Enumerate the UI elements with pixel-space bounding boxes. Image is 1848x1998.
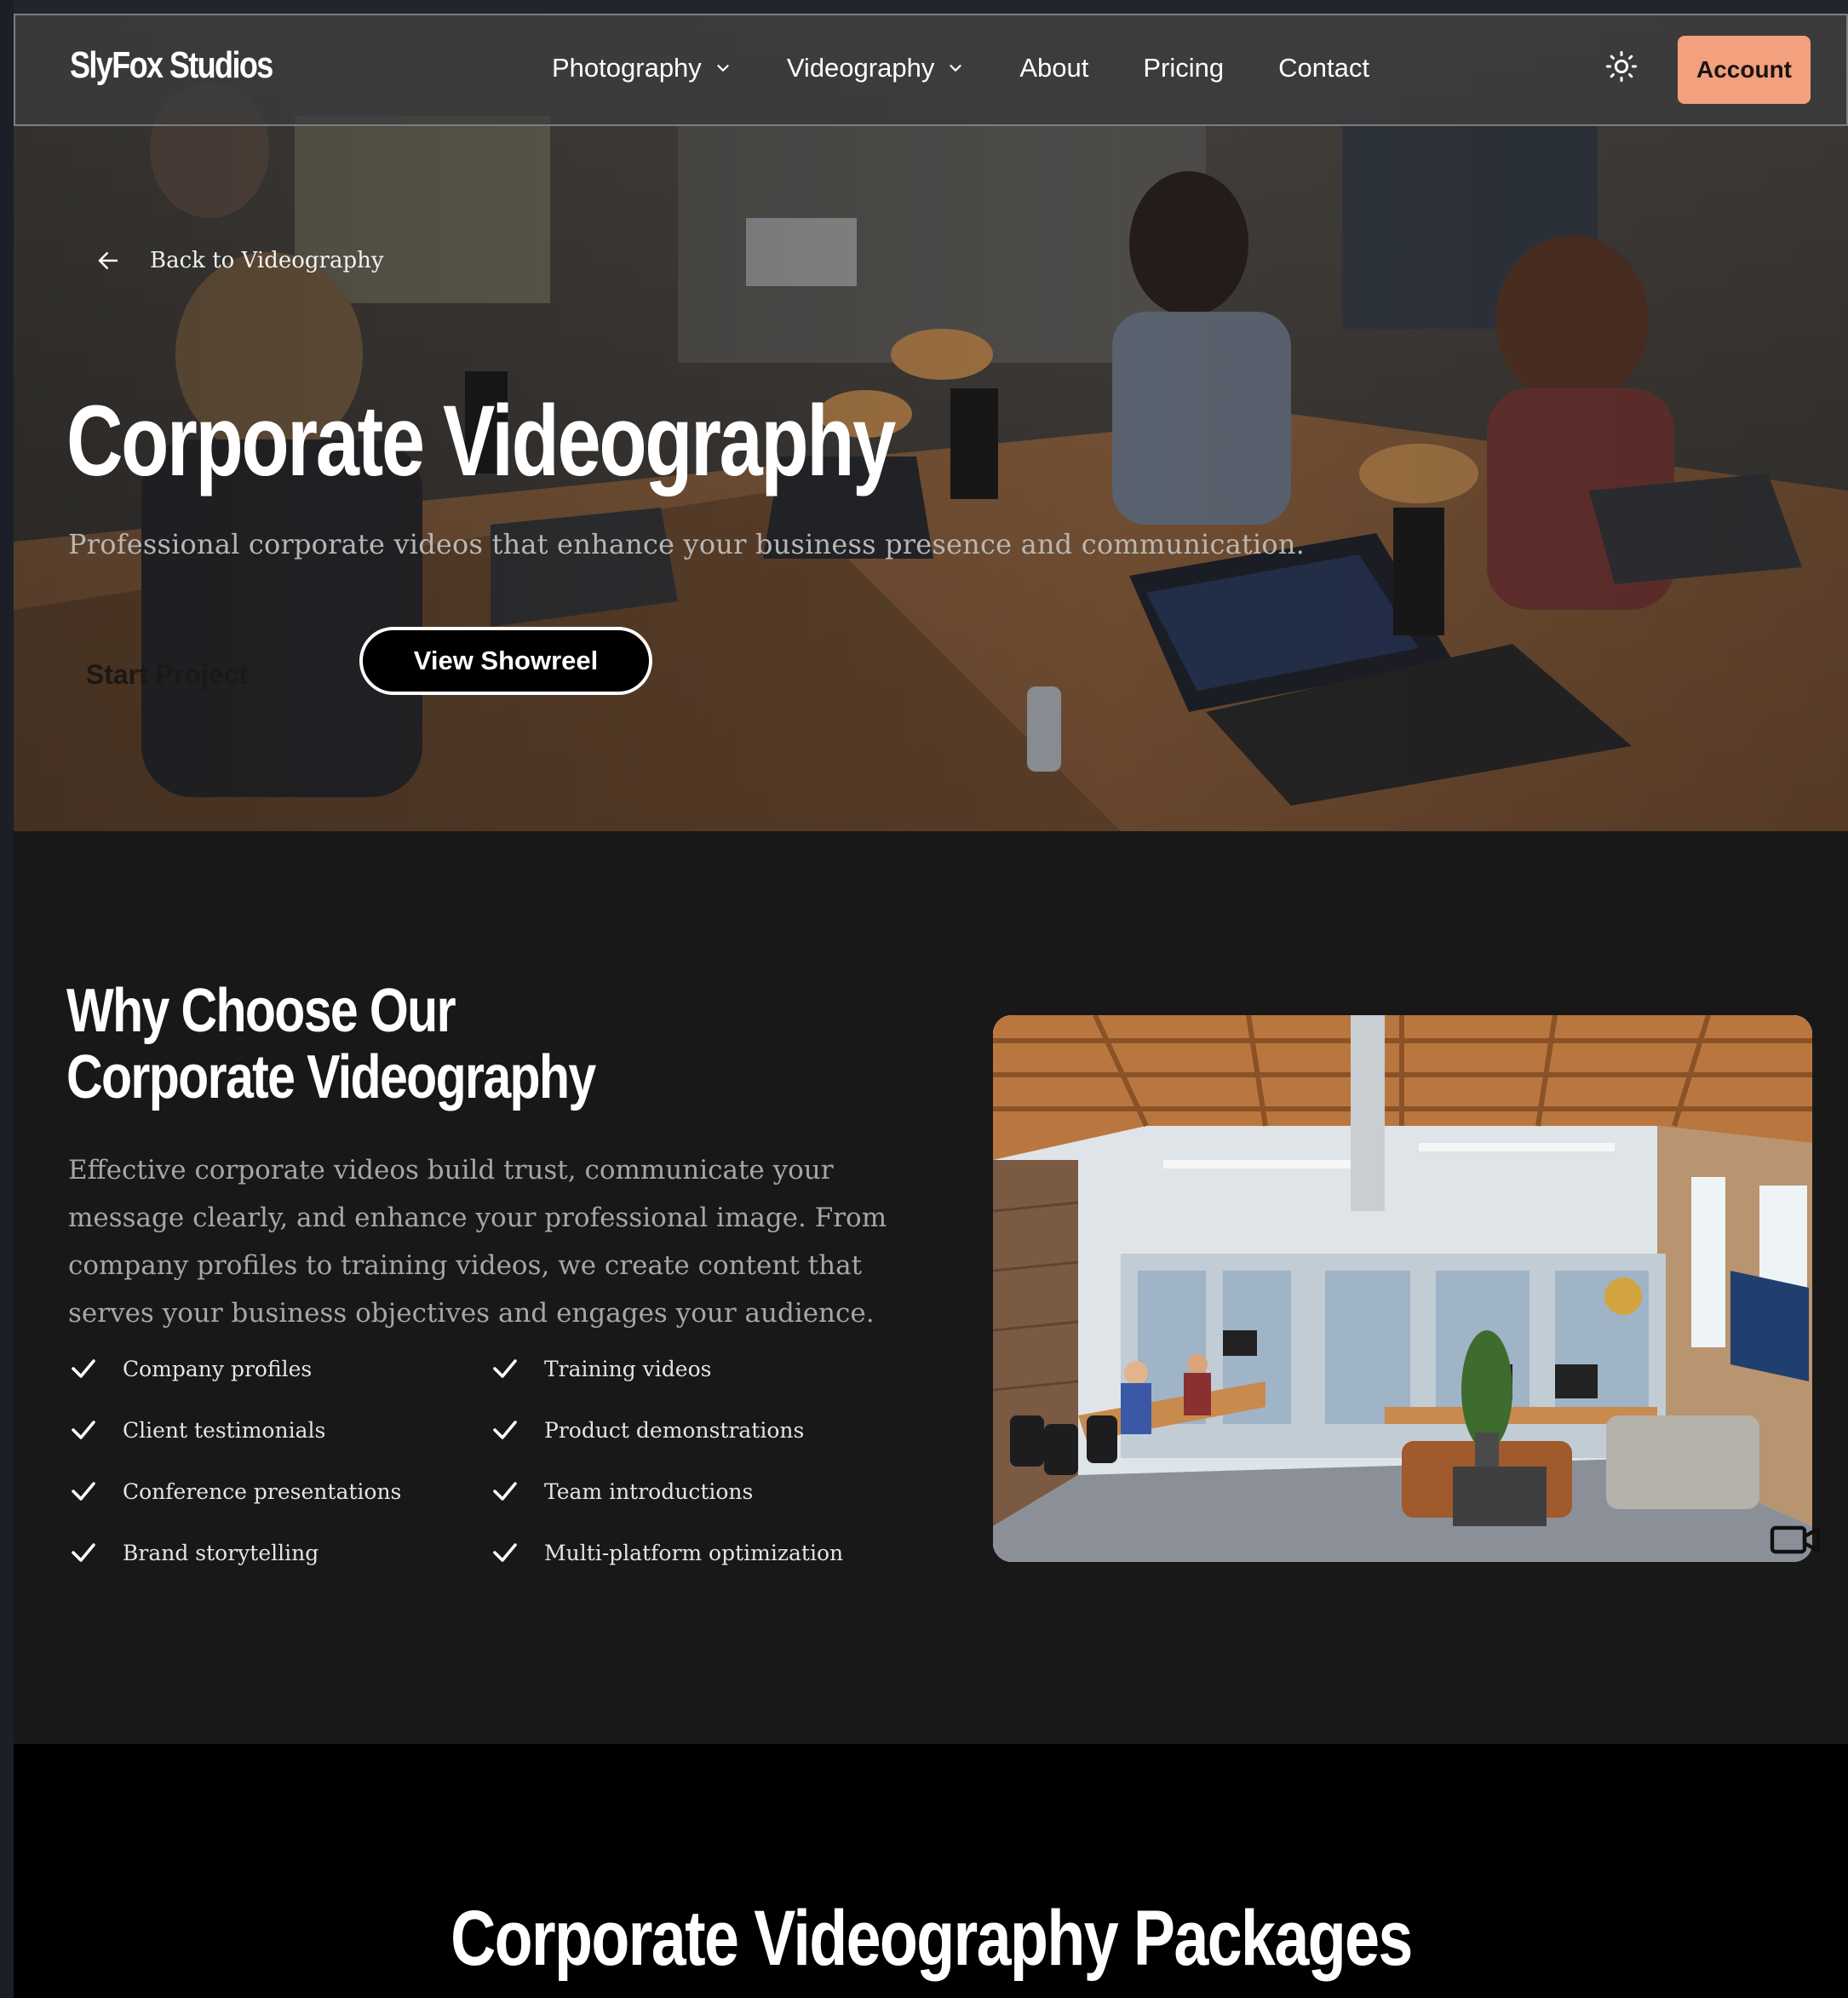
feature-label: Team introductions bbox=[544, 1478, 754, 1504]
account-button[interactable]: Account bbox=[1678, 36, 1811, 104]
check-icon bbox=[72, 1421, 95, 1439]
nav-label: Photography bbox=[552, 53, 702, 83]
list-item: Brand storytelling bbox=[68, 1535, 490, 1570]
list-item: Multi-platform optimization bbox=[490, 1535, 911, 1570]
nav-links: Photography Videography About Pricing Co… bbox=[552, 53, 1424, 83]
hero-section: Back to Videography Corporate Videograph… bbox=[14, 14, 1848, 831]
why-choose-section: Why Choose Our Corporate Videography Eff… bbox=[14, 831, 1848, 1744]
check-icon bbox=[493, 1543, 517, 1562]
feature-label: Product demonstrations bbox=[544, 1417, 805, 1443]
feature-label: Client testimonials bbox=[123, 1417, 326, 1443]
feature-label: Multi-platform optimization bbox=[544, 1540, 844, 1565]
check-icon bbox=[493, 1421, 517, 1439]
list-item: Team introductions bbox=[490, 1473, 911, 1509]
section-description: Effective corporate videos build trust, … bbox=[68, 1155, 887, 1329]
list-item: Company profiles bbox=[68, 1351, 490, 1387]
list-item: Client testimonials bbox=[68, 1412, 490, 1448]
nav-item-pricing[interactable]: Pricing bbox=[1143, 53, 1224, 83]
nav-label: About bbox=[1019, 53, 1089, 83]
nav-item-videography[interactable]: Videography bbox=[787, 53, 966, 83]
chevron-down-icon bbox=[717, 65, 729, 72]
arrow-left-icon bbox=[98, 252, 118, 269]
back-link-label: Back to Videography bbox=[150, 248, 384, 273]
brand-logo[interactable]: SlyFox Studios bbox=[70, 44, 273, 87]
feature-label: Company profiles bbox=[123, 1356, 313, 1381]
top-navigation: SlyFox Studios Photography Videography A… bbox=[14, 14, 1848, 126]
check-icon bbox=[493, 1359, 517, 1378]
nav-item-about[interactable]: About bbox=[1019, 53, 1088, 83]
nav-item-contact[interactable]: Contact bbox=[1278, 53, 1369, 83]
list-item: Training videos bbox=[490, 1351, 911, 1387]
back-to-videography-link[interactable]: Back to Videography bbox=[95, 248, 384, 273]
page: Back to Videography Corporate Videograph… bbox=[14, 14, 1848, 1998]
office-illustration bbox=[993, 1015, 1812, 1562]
list-item: Product demonstrations bbox=[490, 1412, 911, 1448]
office-image bbox=[993, 1015, 1812, 1562]
nav-label: Videography bbox=[786, 53, 935, 83]
packages-title-text: Corporate Videography Packages bbox=[450, 1895, 1413, 1982]
chevron-down-icon bbox=[950, 65, 961, 72]
view-showreel-button[interactable]: View Showreel bbox=[359, 627, 652, 695]
list-item: Conference presentations bbox=[68, 1473, 490, 1509]
start-project-button[interactable]: Start Project bbox=[82, 640, 252, 709]
nav-label: Pricing bbox=[1143, 53, 1225, 83]
video-camera-icon bbox=[1770, 1525, 1821, 1554]
feature-list: Company profiles Training videos Client … bbox=[68, 1351, 920, 1570]
check-icon bbox=[72, 1359, 95, 1378]
feature-label: Training videos bbox=[544, 1356, 712, 1381]
feature-label: Conference presentations bbox=[123, 1478, 402, 1504]
window-left-edge bbox=[0, 0, 14, 1998]
page-title: Corporate Videography bbox=[66, 385, 896, 497]
nav-label: Contact bbox=[1278, 53, 1369, 83]
hero-subtitle: Professional corporate videos that enhan… bbox=[68, 528, 1306, 560]
sun-icon[interactable] bbox=[1604, 49, 1639, 83]
section-title: Why Choose Our Corporate Videography bbox=[66, 977, 596, 1111]
packages-title: Corporate Videography Packages bbox=[14, 1894, 1848, 1984]
nav-item-photography[interactable]: Photography bbox=[552, 53, 732, 83]
check-icon bbox=[493, 1482, 517, 1501]
check-icon bbox=[72, 1482, 95, 1501]
window-top-edge bbox=[0, 0, 1848, 14]
packages-section: Corporate Videography Packages bbox=[14, 1744, 1848, 1998]
feature-label: Brand storytelling bbox=[123, 1540, 319, 1565]
check-icon bbox=[72, 1543, 95, 1562]
